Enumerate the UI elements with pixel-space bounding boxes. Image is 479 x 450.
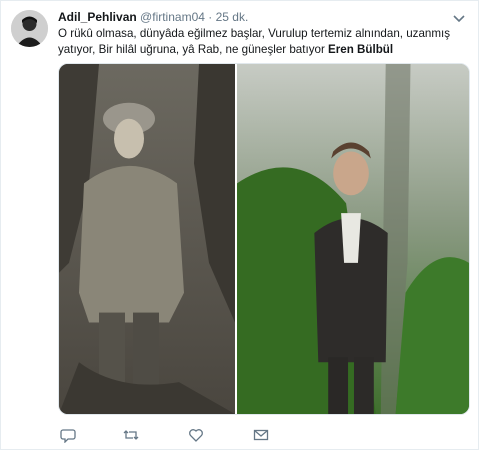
author-handle[interactable]: @firtinam04 xyxy=(140,10,205,24)
like-icon[interactable] xyxy=(186,425,206,445)
message-icon[interactable] xyxy=(251,425,271,445)
tweet-author-tag: Eren Bülbül xyxy=(328,42,394,56)
author-name[interactable]: Adil_Pehlivan xyxy=(58,10,137,24)
tweet-header: Adil_Pehlivan @firtinam04 · 25 dk. xyxy=(58,10,448,26)
tweet-card[interactable]: Adil_Pehlivan @firtinam04 · 25 dk. O rük… xyxy=(0,0,479,450)
tweet-text: O rükû olmasa, dünyâda eğilmez başlar, V… xyxy=(58,26,470,57)
chevron-down-icon[interactable] xyxy=(452,11,466,23)
reply-icon[interactable] xyxy=(58,425,78,445)
tweet-timestamp[interactable]: 25 dk. xyxy=(216,10,249,24)
retweet-icon[interactable] xyxy=(121,425,141,445)
young-man-forest-photo[interactable] xyxy=(237,64,469,414)
historical-soldier-photo[interactable] xyxy=(59,64,235,414)
separator-dot: · xyxy=(208,10,213,24)
avatar[interactable] xyxy=(11,10,48,47)
tweet-media[interactable] xyxy=(58,63,470,415)
tweet-actions xyxy=(58,425,358,445)
